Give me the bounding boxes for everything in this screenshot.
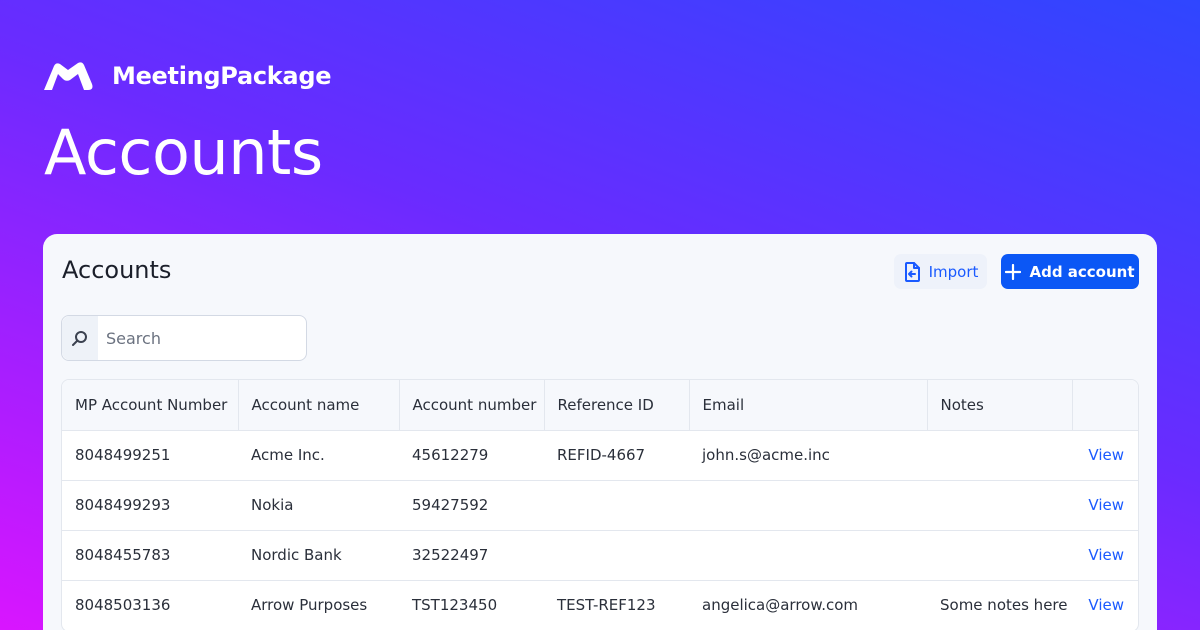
cell-actions: View [1072, 580, 1138, 630]
import-button[interactable]: Import [894, 254, 987, 289]
cell-actions: View [1072, 430, 1138, 481]
column-header-actions [1072, 380, 1138, 431]
cell-reference-id [544, 480, 689, 531]
table-row: 8048455783 Nordic Bank 32522497 View [62, 530, 1138, 581]
cell-reference-id [544, 530, 689, 581]
cell-actions: View [1072, 480, 1138, 531]
card-title: Accounts [62, 256, 172, 284]
cell-notes [927, 430, 1072, 481]
cell-email: angelica@arrow.com [689, 580, 927, 630]
cell-mp-account-number: 8048455783 [62, 530, 238, 581]
table-row: 8048503136 Arrow Purposes TST123450 TEST… [62, 580, 1138, 630]
cell-account-name: Nokia [238, 480, 399, 531]
view-link[interactable]: View [1088, 496, 1124, 514]
table-header-row: MP Account Number Account name Account n… [62, 380, 1138, 431]
file-import-icon [904, 261, 920, 282]
add-account-button[interactable]: Add account [1001, 254, 1139, 289]
table-row: 8048499251 Acme Inc. 45612279 REFID-4667… [62, 430, 1138, 481]
meetingpackage-logo-icon [44, 62, 93, 90]
cell-notes [927, 480, 1072, 531]
cell-actions: View [1072, 530, 1138, 581]
cell-notes: Some notes here [927, 580, 1072, 630]
plus-icon [1005, 263, 1022, 280]
view-link[interactable]: View [1088, 446, 1124, 464]
hero-title: Accounts [44, 116, 323, 189]
cell-account-number: 45612279 [399, 430, 544, 481]
cell-account-name: Nordic Bank [238, 530, 399, 581]
cell-account-number: 59427592 [399, 480, 544, 531]
accounts-card: Accounts Import Add account Search MP Ac… [43, 234, 1157, 630]
cell-mp-account-number: 8048503136 [62, 580, 238, 630]
cell-reference-id: REFID-4667 [544, 430, 689, 481]
table-row: 8048499293 Nokia 59427592 View [62, 480, 1138, 531]
cell-account-name: Arrow Purposes [238, 580, 399, 630]
search-input[interactable] [98, 318, 298, 358]
view-link[interactable]: View [1088, 596, 1124, 614]
cell-email [689, 530, 927, 581]
cell-email: john.s@acme.inc [689, 430, 927, 481]
search-icon [72, 331, 87, 346]
import-button-label: Import [928, 262, 979, 281]
add-account-button-label: Add account [1029, 262, 1135, 281]
cell-reference-id: TEST-REF123 [544, 580, 689, 630]
column-header-mp-account-number[interactable]: MP Account Number [62, 380, 239, 431]
cell-mp-account-number: 8048499251 [62, 430, 238, 481]
cell-account-number: 32522497 [399, 530, 544, 581]
cell-account-name: Acme Inc. [238, 430, 399, 481]
search-icon-wrap [62, 316, 98, 360]
brand-name: MeetingPackage [112, 62, 332, 90]
column-header-email[interactable]: Email [689, 380, 928, 431]
column-header-account-name[interactable]: Account name [238, 380, 400, 431]
brand: MeetingPackage [42, 60, 331, 92]
column-header-account-number[interactable]: Account number [399, 380, 545, 431]
view-link[interactable]: View [1088, 546, 1124, 564]
cell-notes [927, 530, 1072, 581]
column-header-reference-id[interactable]: Reference ID [544, 380, 690, 431]
accounts-table: MP Account Number Account name Account n… [61, 379, 1139, 630]
column-header-notes[interactable]: Notes [927, 380, 1073, 431]
cell-account-number: TST123450 [399, 580, 544, 630]
cell-mp-account-number: 8048499293 [62, 480, 238, 531]
search-box [61, 315, 307, 361]
cell-email [689, 480, 927, 531]
